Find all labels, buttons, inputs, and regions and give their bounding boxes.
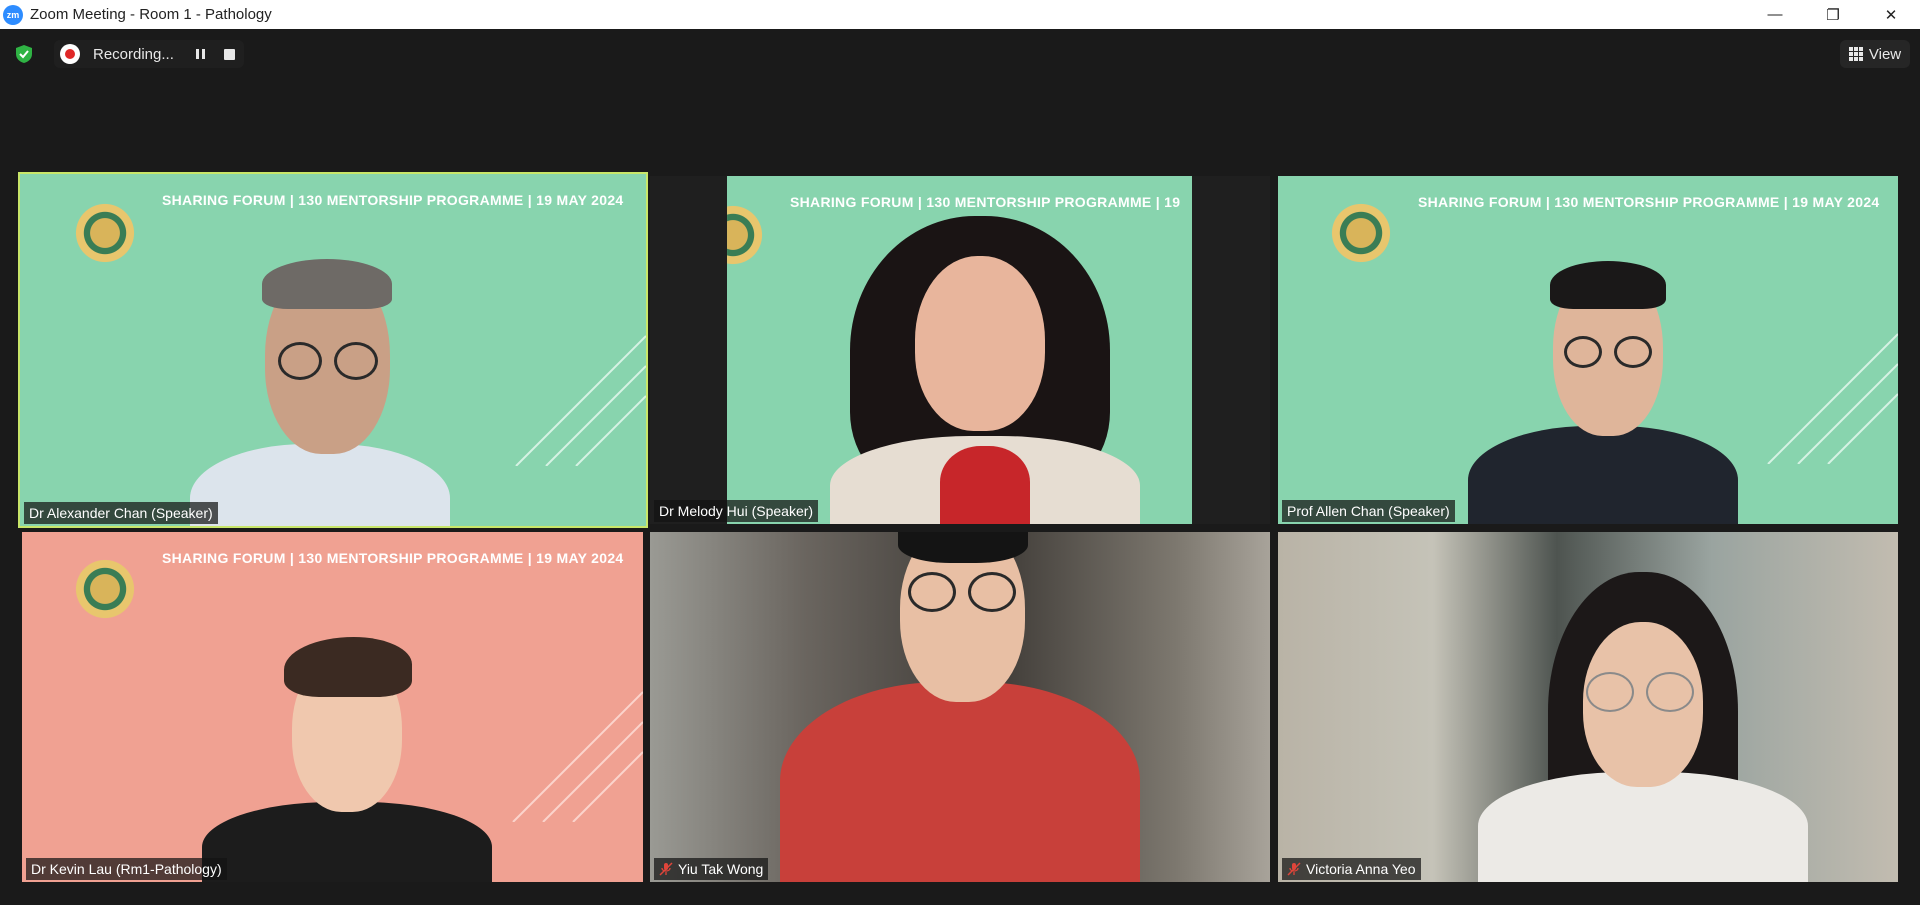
security-shield-icon[interactable] — [14, 44, 34, 64]
participant-video — [820, 216, 1150, 524]
view-button[interactable]: View — [1840, 40, 1910, 68]
participant-name-label: Yiu Tak Wong — [654, 858, 769, 880]
forum-banner: SHARING FORUM | 130 MENTORSHIP PROGRAMME… — [790, 194, 1181, 210]
window-title: Zoom Meeting - Room 1 - Pathology — [30, 6, 272, 23]
video-tile-4[interactable]: SHARING FORUM | 130 MENTORSHIP PROGRAMME… — [22, 532, 643, 882]
minimize-button[interactable]: — — [1746, 0, 1804, 29]
participant-video — [1478, 572, 1808, 882]
participant-video — [780, 532, 1140, 882]
forum-banner: SHARING FORUM | 130 MENTORSHIP PROGRAMME… — [162, 192, 624, 208]
view-label: View — [1868, 45, 1902, 63]
stop-recording-button[interactable] — [224, 49, 235, 60]
participant-name-label: Dr Kevin Lau (Rm1-Pathology) — [26, 858, 227, 880]
decorative-lines — [515, 335, 646, 466]
participant-video — [202, 632, 492, 882]
decorative-lines — [512, 691, 643, 822]
participant-name-label: Dr Alexander Chan (Speaker) — [24, 502, 218, 524]
video-tile-3[interactable]: SHARING FORUM | 130 MENTORSHIP PROGRAMME… — [1278, 176, 1898, 524]
video-tile-6[interactable]: Victoria Anna Yeo — [1278, 532, 1898, 882]
restore-button[interactable]: ❐ — [1804, 0, 1862, 29]
pause-recording-button[interactable] — [192, 47, 208, 61]
video-tile-1[interactable]: SHARING FORUM | 130 MENTORSHIP PROGRAMME… — [18, 172, 648, 528]
decorative-lines — [1767, 333, 1898, 464]
participant-name-label: Dr Melody Hui (Speaker) — [654, 500, 819, 522]
recording-label: Recording... — [93, 45, 174, 63]
university-crest-icon — [1324, 196, 1398, 270]
window-controls: — ❐ ✕ — [1746, 0, 1920, 29]
participant-name-label: Victoria Anna Yeo — [1282, 858, 1421, 880]
zoom-app-icon: zm — [3, 4, 23, 25]
university-crest-icon — [68, 196, 142, 270]
university-crest-icon — [68, 552, 142, 626]
participant-video — [170, 254, 470, 526]
grid-view-icon — [1848, 47, 1863, 61]
video-tile-5[interactable]: Yiu Tak Wong — [650, 532, 1270, 882]
close-button[interactable]: ✕ — [1862, 0, 1920, 29]
participant-video — [1468, 256, 1738, 524]
microphone-muted-icon — [1287, 862, 1301, 876]
video-tile-2[interactable]: SHARING FORUM | 130 MENTORSHIP PROGRAMME… — [650, 176, 1270, 524]
participant-name-label: Prof Allen Chan (Speaker) — [1282, 500, 1455, 522]
window-titlebar: zm Zoom Meeting - Room 1 - Pathology — ❐… — [0, 0, 1920, 29]
microphone-muted-icon — [659, 862, 673, 876]
recording-indicator: Recording... — [54, 40, 244, 68]
recording-dot-icon — [60, 44, 80, 64]
meeting-toolbar: Recording... View — [0, 29, 1920, 79]
forum-banner: SHARING FORUM | 130 MENTORSHIP PROGRAMME… — [1418, 194, 1880, 210]
forum-banner: SHARING FORUM | 130 MENTORSHIP PROGRAMME… — [162, 550, 624, 566]
